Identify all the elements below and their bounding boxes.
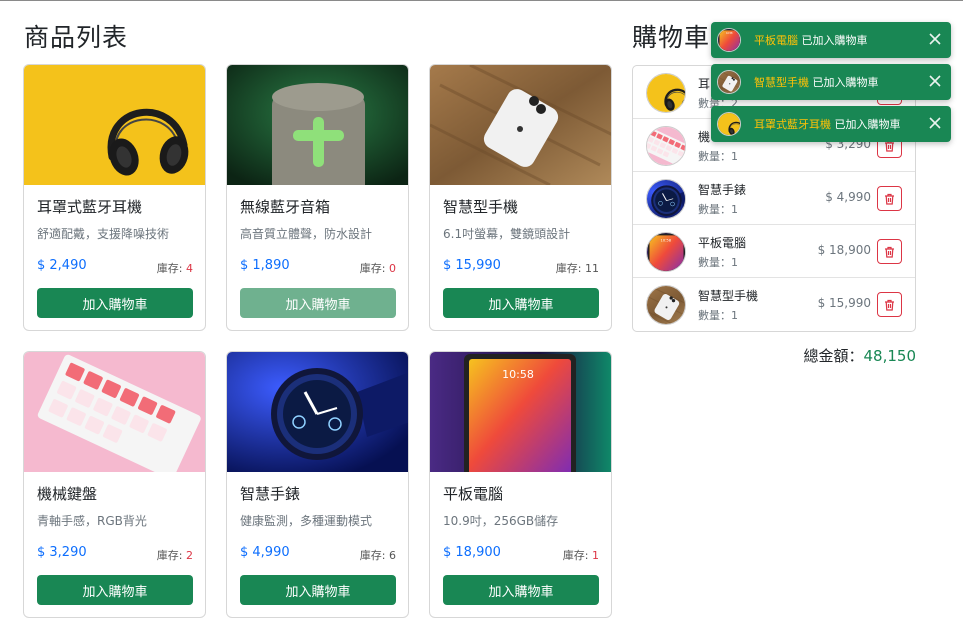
product-name: 智慧型手機 xyxy=(443,198,519,216)
watch-thumb xyxy=(646,179,686,219)
product-stock: 庫存: 0 xyxy=(359,262,396,275)
product-stock: 庫存: 4 xyxy=(156,262,193,275)
tablet-image xyxy=(430,352,612,472)
cart-item: 智慧手錶 數量：1 $ 4,990 xyxy=(633,172,915,225)
total-amount: 48,150 xyxy=(863,347,917,365)
close-icon[interactable] xyxy=(927,115,943,131)
tablet-thumb xyxy=(646,232,686,272)
product-desc: 青軸手感，RGB背光 xyxy=(37,514,147,528)
phone-thumb xyxy=(717,70,741,94)
product-price: $ 4,990 xyxy=(240,545,290,560)
product-desc: 高音質立體聲，防水設計 xyxy=(240,227,373,241)
delete-button[interactable] xyxy=(877,292,902,317)
product-price: $ 3,290 xyxy=(37,545,87,560)
product-name: 平板電腦 xyxy=(443,485,504,503)
watch-image xyxy=(227,352,409,472)
total-label: 總金額： xyxy=(803,347,864,365)
product-card: 機械鍵盤 青軸手感，RGB背光 $ 3,290 庫存: 2 加入購物車 xyxy=(23,351,206,618)
product-price: $ 18,900 xyxy=(443,545,501,560)
keyboard-thumb xyxy=(646,126,686,166)
product-card: 平板電腦 10.9吋，256GB儲存 $ 18,900 庫存: 1 加入購物車 xyxy=(429,351,612,618)
keyboard-image xyxy=(24,352,206,472)
product-desc: 舒適配戴，支援降噪技術 xyxy=(37,227,170,241)
cart-title: 購物車 xyxy=(632,23,711,52)
toast-message: 耳罩式藍牙耳機 已加入購物車 xyxy=(754,118,901,131)
delete-button[interactable] xyxy=(877,186,902,211)
close-icon[interactable] xyxy=(927,31,943,47)
trash-icon xyxy=(885,299,894,311)
cart-item: 智慧型手機 數量：1 $ 15,990 xyxy=(633,278,915,331)
cart-item-qty: 數量：1 xyxy=(698,309,738,322)
cart-item-name: 智慧手錶 xyxy=(698,183,747,197)
cart-item-price: $ 4,990 xyxy=(825,190,871,204)
toast-notification: 平板電腦 已加入購物車 xyxy=(711,22,951,58)
cart-item-qty: 數量：1 xyxy=(698,203,738,216)
product-card: 智慧型手機 6.1吋螢幕，雙鏡頭設計 $ 15,990 庫存: 11 加入購物車 xyxy=(429,64,612,331)
speaker-image xyxy=(227,65,409,185)
tablet-thumb xyxy=(717,28,741,52)
product-desc: 10.9吋，256GB儲存 xyxy=(443,514,559,528)
trash-icon xyxy=(885,193,894,205)
product-stock: 庫存: 6 xyxy=(359,549,396,562)
cart-item-price: $ 15,990 xyxy=(817,296,871,310)
headphones-thumb xyxy=(717,112,741,136)
cart-item-price: $ 18,900 xyxy=(817,243,871,257)
toast-notification: 智慧型手機 已加入購物車 xyxy=(711,64,951,100)
toast-message: 平板電腦 已加入購物車 xyxy=(754,34,868,47)
add-to-cart-button[interactable]: 加入購物車 xyxy=(37,288,193,318)
cart-item-name: 智慧型手機 xyxy=(698,289,759,303)
close-icon[interactable] xyxy=(927,73,943,89)
products-title: 商品列表 xyxy=(24,23,129,52)
cart-item-qty: 數量：1 xyxy=(698,256,738,269)
cart-item-name: 機 xyxy=(698,130,711,144)
product-stock: 庫存: 2 xyxy=(156,549,193,562)
product-name: 無線藍牙音箱 xyxy=(240,198,331,216)
add-to-cart-button[interactable]: 加入購物車 xyxy=(443,288,599,318)
delete-button[interactable] xyxy=(877,239,902,264)
toast-notification: 耳罩式藍牙耳機 已加入購物車 xyxy=(711,106,951,142)
cart-item-name: 耳 xyxy=(698,77,711,91)
toast-message: 智慧型手機 已加入購物車 xyxy=(754,76,879,89)
cart-total: 總金額：48,150 xyxy=(803,345,916,366)
product-name: 智慧手錶 xyxy=(240,485,301,503)
product-desc: 6.1吋螢幕，雙鏡頭設計 xyxy=(443,227,571,241)
product-price: $ 15,990 xyxy=(443,258,501,273)
product-card: 智慧手錶 健康監測，多種運動模式 $ 4,990 庫存: 6 加入購物車 xyxy=(226,351,409,618)
product-price: $ 1,890 xyxy=(240,258,290,273)
product-desc: 健康監測，多種運動模式 xyxy=(240,514,373,528)
phone-thumb xyxy=(646,285,686,325)
add-to-cart-button[interactable]: 加入購物車 xyxy=(240,575,396,605)
headphones-image xyxy=(24,65,206,185)
add-to-cart-button[interactable]: 加入購物車 xyxy=(37,575,193,605)
headphones-thumb xyxy=(646,73,686,113)
add-to-cart-button[interactable]: 加入購物車 xyxy=(240,288,396,318)
product-stock: 庫存: 11 xyxy=(555,262,599,275)
product-card: 耳罩式藍牙耳機 舒適配戴，支援降噪技術 $ 2,490 庫存: 4 加入購物車 xyxy=(23,64,206,331)
product-price: $ 2,490 xyxy=(37,258,87,273)
product-card: 無線藍牙音箱 高音質立體聲，防水設計 $ 1,890 庫存: 0 加入購物車 xyxy=(226,64,409,331)
cart-item-name: 平板電腦 xyxy=(698,236,747,250)
cart-item-qty: 數量：1 xyxy=(698,150,738,163)
product-stock: 庫存: 1 xyxy=(562,549,599,562)
trash-icon xyxy=(885,246,894,258)
cart-item: 平板電腦 數量：1 $ 18,900 xyxy=(633,225,915,278)
phone-image xyxy=(430,65,612,185)
add-to-cart-button[interactable]: 加入購物車 xyxy=(443,575,599,605)
product-name: 機械鍵盤 xyxy=(37,485,98,503)
product-name: 耳罩式藍牙耳機 xyxy=(37,198,143,216)
